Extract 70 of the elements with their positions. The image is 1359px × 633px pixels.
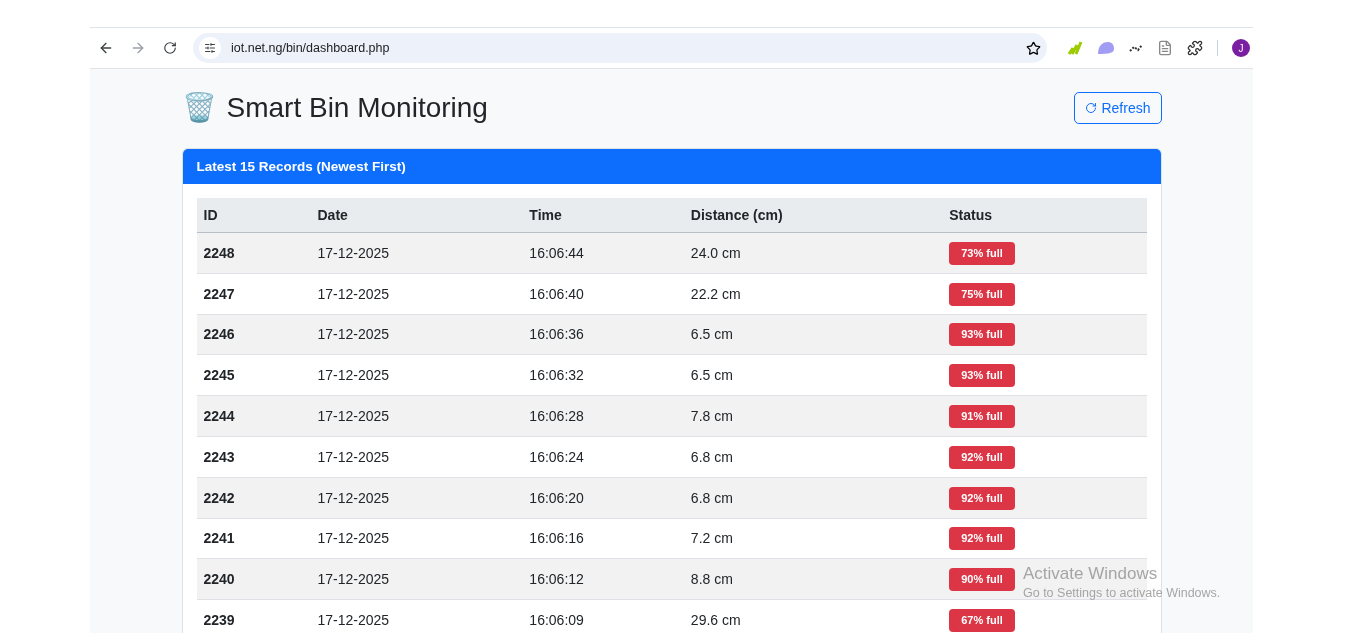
status-badge: 67% full <box>949 608 1015 632</box>
status-badge: 93% full <box>949 364 1015 388</box>
refresh-icon[interactable] <box>1085 101 1098 114</box>
activation-title: Activate Windows <box>1023 564 1159 584</box>
column-header: ID <box>196 198 311 233</box>
table-cell: 17-12-2025 <box>310 436 523 478</box>
status-badge: 92% full <box>949 445 1015 469</box>
status-badge: 90% full <box>949 568 1015 592</box>
table-cell: 17-12-2025 <box>310 314 523 355</box>
status-badge: 75% full <box>949 282 1015 306</box>
document-icon[interactable] <box>1157 40 1173 56</box>
table-cell: 16:06:20 <box>522 477 684 519</box>
status-badge: 73% full <box>949 241 1015 265</box>
table-cell: 16:06:16 <box>522 518 684 559</box>
table-cell: 2239 <box>196 599 311 633</box>
table-cell: 22.2 cm <box>683 273 943 315</box>
status-badge: 92% full <box>949 486 1015 510</box>
table-cell: 24.0 cm <box>683 232 943 274</box>
status-badge: 92% full <box>949 527 1015 551</box>
table-cell: 17-12-2025 <box>310 395 523 437</box>
table-cell: 7.2 cm <box>683 518 943 559</box>
table-cell: 17-12-2025 <box>310 273 523 315</box>
reload-icon[interactable] <box>163 41 177 55</box>
table-cell: 16:06:28 <box>522 395 684 437</box>
table-cell: 6.5 cm <box>683 354 943 396</box>
table-cell: 2241 <box>196 518 311 559</box>
table-cell: 29.6 cm <box>683 599 943 633</box>
refresh-button[interactable]: Refresh <box>1074 91 1162 124</box>
table-cell: 6.8 cm <box>683 436 943 478</box>
dots-extension-icon[interactable] <box>1129 43 1143 53</box>
column-header: Status <box>942 198 1147 233</box>
table-cell: 2244 <box>196 395 311 437</box>
table-cell: 17-12-2025 <box>310 518 523 559</box>
column-header: Date <box>310 198 523 233</box>
table-cell: 8.8 cm <box>683 558 943 600</box>
table-cell: 6.5 cm <box>683 314 943 355</box>
table-cell: 17-12-2025 <box>310 477 523 519</box>
table-cell: 17-12-2025 <box>310 599 523 633</box>
extensions-icon[interactable] <box>1187 40 1203 56</box>
page-title: 🗑 Smart Bin Monitoring <box>181 91 488 124</box>
bookmark-star-icon[interactable] <box>1026 40 1041 56</box>
table-cell: 2248 <box>196 232 311 274</box>
table-cell: 6.8 cm <box>683 477 943 519</box>
table-cell: 16:06:09 <box>522 599 684 633</box>
activation-subtitle: Go to Settings to activate Windows. <box>1023 586 1221 600</box>
address-bar[interactable]: iot.net.ng/bin/dashboard.php <box>193 33 1047 63</box>
table-cell: 16:06:32 <box>522 354 684 396</box>
url-text: iot.net.ng/bin/dashboard.php <box>231 41 391 55</box>
site-settings-icon[interactable] <box>199 37 221 59</box>
status-badge: 91% full <box>949 405 1015 428</box>
table-cell: 2243 <box>196 436 311 478</box>
table-cell: 16:06:36 <box>522 314 684 355</box>
table-cell: 7.8 cm <box>683 395 943 437</box>
table-cell: 17-12-2025 <box>310 558 523 600</box>
table-cell: 16:06:44 <box>522 232 684 274</box>
table-cell: 16:06:12 <box>522 558 684 600</box>
column-header: Time <box>522 198 684 233</box>
table-cell: 2245 <box>196 354 311 396</box>
card-header: Latest 15 Records (Newest First) <box>182 149 1161 184</box>
table-cell: 16:06:40 <box>522 273 684 315</box>
table-cell: 17-12-2025 <box>310 232 523 274</box>
column-header: Distance (cm) <box>683 198 943 233</box>
table-cell: 2242 <box>196 477 311 519</box>
table-cell: 2247 <box>196 273 311 315</box>
table-cell: 16:06:24 <box>522 436 684 478</box>
table-cell: 2246 <box>196 314 311 355</box>
profile-avatar[interactable]: J <box>1232 39 1250 57</box>
table-cell: 17-12-2025 <box>310 354 523 396</box>
table-cell: 2240 <box>196 558 311 600</box>
status-badge: 93% full <box>949 323 1015 347</box>
